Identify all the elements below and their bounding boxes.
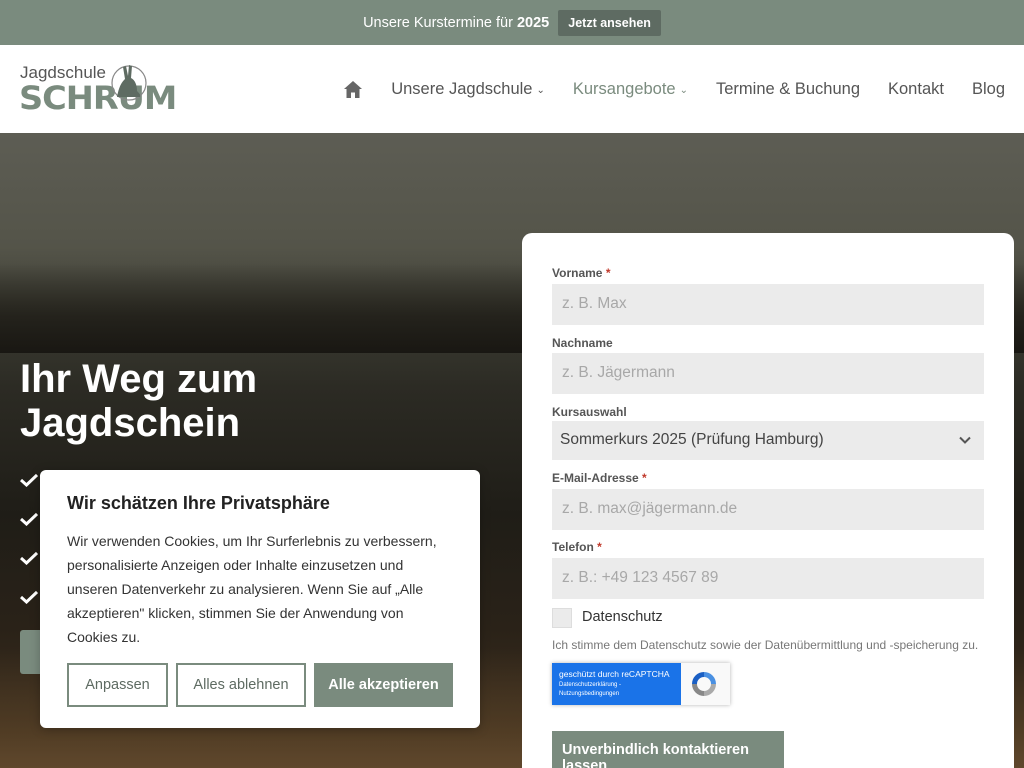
datenschutz-label[interactable]: Datenschutz: [582, 609, 663, 625]
cookie-title: Wir schätzen Ihre Privatsphäre: [67, 493, 330, 513]
telefon-label: Telefon *: [552, 540, 602, 554]
nachname-input[interactable]: z. B. Jägermann: [552, 353, 984, 394]
submit-button[interactable]: Unverbindlich kontaktieren lassen: [552, 731, 784, 768]
nav-item-termine-buchung[interactable]: Termine & Buchung: [716, 80, 860, 99]
announcement-text: Unsere Kurstermine für 2025: [363, 14, 550, 31]
check-icon: [20, 551, 38, 565]
view-dates-button[interactable]: Jetzt ansehen: [558, 9, 661, 36]
chevron-down-icon: ⌄: [536, 84, 545, 96]
cookie-customize-button[interactable]: Anpassen: [67, 663, 168, 707]
email-label: E-Mail-Adresse *: [552, 471, 647, 485]
check-icon: [20, 473, 38, 487]
kursauswahl-label: Kursauswahl: [552, 405, 627, 419]
kursauswahl-select[interactable]: Sommerkurs 2025 (Prüfung Hamburg): [552, 421, 984, 460]
check-icon: [20, 512, 38, 526]
kursauswahl-value: Sommerkurs 2025 (Prüfung Hamburg): [560, 431, 824, 448]
hero-title: Ihr Weg zum Jagdschein: [20, 357, 258, 445]
datenschutz-checkbox[interactable]: [552, 608, 572, 628]
site-logo[interactable]: Jagdschule SCHRUM: [19, 63, 177, 119]
site-header: Jagdschule SCHRUM Unsere Jagdschule ⌄ Kur…: [0, 45, 1024, 133]
home-icon[interactable]: [343, 80, 363, 99]
telefon-input[interactable]: z. B.: +49 123 4567 89: [552, 558, 984, 599]
cookie-text: Wir verwenden Cookies, um Ihr Surferlebn…: [67, 533, 437, 645]
recaptcha-info: geschützt durch reCAPTCHA Datenschutzerk…: [552, 663, 681, 705]
cookie-accept-button[interactable]: Alle akzeptieren: [314, 663, 453, 707]
cookie-banner: Wir schätzen Ihre Privatsphäre Wir verwe…: [40, 470, 480, 728]
nachname-label: Nachname: [552, 336, 613, 350]
announcement-bar: Unsere Kurstermine für 2025 Jetzt ansehe…: [0, 0, 1024, 45]
recaptcha-badge[interactable]: geschützt durch reCAPTCHA Datenschutzerk…: [552, 663, 730, 705]
check-icon: [20, 590, 38, 604]
chevron-down-icon: [959, 436, 971, 444]
vorname-label: Vorname *: [552, 266, 611, 280]
cookie-reject-button[interactable]: Alles ablehnen: [176, 663, 306, 707]
main-nav: Unsere Jagdschule ⌄ Kursangebote ⌄ Termine…: [343, 45, 1005, 133]
hare-icon: [111, 65, 147, 101]
vorname-input[interactable]: z. B. Max: [552, 284, 984, 325]
contact-form: Vorname * z. B. Max Nachname z. B. Jäger…: [522, 233, 1014, 768]
consent-text: Ich stimme dem Datenschutz sowie der Dat…: [552, 638, 979, 652]
chevron-down-icon: ⌄: [679, 84, 688, 96]
nav-item-kursangebote[interactable]: Kursangebote ⌄: [573, 80, 688, 99]
logo-text-big: SCHRUM: [19, 79, 177, 117]
nav-item-kontakt[interactable]: Kontakt: [888, 80, 944, 99]
nav-item-blog[interactable]: Blog: [972, 80, 1005, 99]
email-input[interactable]: z. B. max@jägermann.de: [552, 489, 984, 530]
recaptcha-icon: [692, 672, 716, 696]
nav-item-unsere-jagdschule[interactable]: Unsere Jagdschule ⌄: [391, 80, 545, 99]
